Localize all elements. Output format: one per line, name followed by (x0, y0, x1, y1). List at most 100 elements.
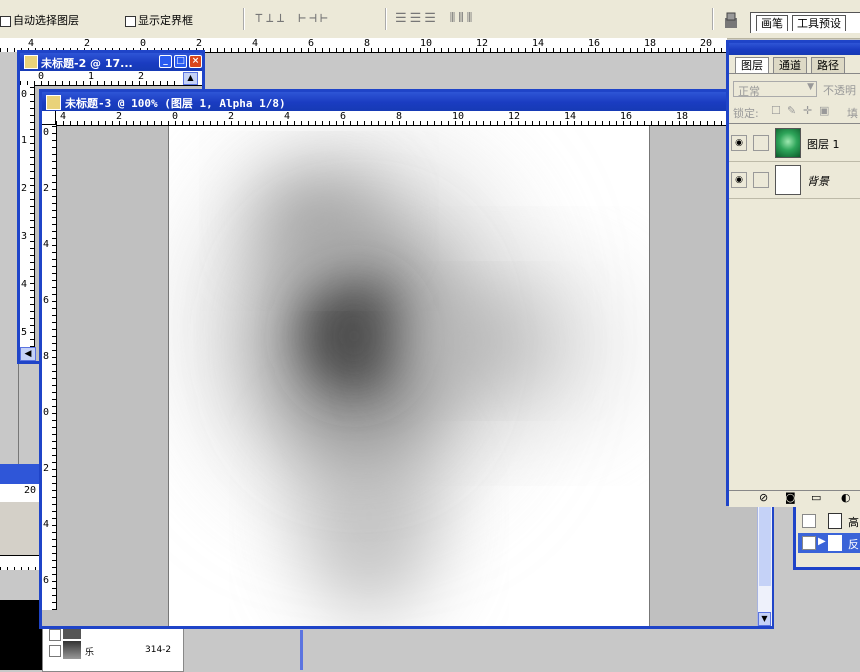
ruler-number: 12 (508, 111, 521, 122)
minimize-button[interactable]: _ (159, 55, 172, 68)
ruler-number: 10 (452, 111, 465, 122)
ruler-number: 0 (43, 127, 50, 138)
scroll-left-button[interactable]: ◀ (20, 347, 36, 361)
list-item-value: 314-2 (145, 645, 172, 655)
chevron-down-icon: ▼ (807, 82, 814, 92)
background-titlebar (0, 464, 40, 484)
add-mask-icon[interactable]: ◙ (785, 491, 796, 504)
show-bounds-checkbox[interactable]: 显示定界框 (125, 12, 193, 28)
ruler-number: 4 (252, 38, 259, 49)
background-panel (0, 502, 40, 555)
history-item-label: 高 (848, 516, 859, 529)
document-window-3[interactable]: 未标题-3 @ 100% (图层 1, Alpha 1/8) 4 2 0 2 4 6 8 10… (39, 89, 774, 629)
canvas[interactable] (168, 126, 650, 626)
link-slot[interactable] (753, 172, 769, 188)
history-icon (828, 513, 842, 529)
ruler-number: 0 (43, 407, 50, 418)
auto-select-checkbox[interactable]: 自动选择图层 (0, 12, 79, 28)
history-panel: 高 ▶ 反 (793, 500, 860, 570)
list-item-label: 乐 (85, 648, 95, 658)
ruler-number: 2 (228, 111, 235, 122)
ruler-number: 1 (21, 135, 28, 146)
ruler-number: 6 (43, 295, 50, 306)
lock-label: 锁定: (733, 107, 759, 120)
ruler-number: 2 (116, 111, 123, 122)
ruler-number: 2 (43, 463, 50, 474)
scroll-down-button[interactable]: ▼ (758, 612, 771, 626)
doc2-title: 未标题-2 @ 17... (41, 57, 133, 70)
new-set-icon[interactable]: ▭ (811, 491, 821, 504)
lock-all-icon[interactable]: ▣ (819, 104, 829, 117)
ruler-number: 20 (24, 485, 37, 496)
ruler-origin[interactable] (42, 111, 56, 125)
tab-paths[interactable]: 路径 (811, 57, 845, 73)
history-item-active[interactable]: ▶ 反 (798, 533, 860, 553)
ruler-number: 18 (676, 111, 689, 122)
thumbnail (63, 641, 81, 659)
layers-panel-titlebar[interactable] (729, 43, 860, 55)
divider (243, 8, 245, 30)
eye-icon[interactable]: ◉ (731, 172, 747, 188)
close-button[interactable]: × (189, 55, 202, 68)
ruler-number: 10 (420, 38, 433, 49)
doc2-titlebar[interactable]: 未标题-2 @ 17... _ □ × (20, 53, 202, 71)
ruler-number: 6 (308, 38, 315, 49)
layer-style-icon[interactable]: ⊘ (759, 491, 768, 504)
ruler-number: 2 (21, 183, 28, 194)
opacity-label: 不透明 (823, 84, 856, 97)
ruler-number: 16 (588, 38, 601, 49)
background-ruler-3 (0, 555, 40, 570)
history-icon (828, 535, 842, 551)
ruler-number: 18 (644, 38, 657, 49)
link-slot[interactable] (753, 135, 769, 151)
lock-move-icon[interactable]: ✛ (803, 104, 812, 117)
ruler-number: 12 (476, 38, 489, 49)
palette-well-icon[interactable] (722, 10, 740, 30)
lock-paint-icon[interactable]: ✎ (787, 104, 796, 117)
ruler-number: 8 (43, 351, 50, 362)
ruler-number: 4 (28, 38, 35, 49)
lock-transparent-icon[interactable]: ☐ (771, 104, 781, 117)
tab-channels[interactable]: 通道 (773, 57, 807, 73)
ruler-number: 14 (532, 38, 545, 49)
layer-row-background[interactable]: ◉ 背景 (729, 162, 860, 199)
tab-tool-presets[interactable]: 工具预设 (792, 15, 846, 31)
ruler-number: 14 (564, 111, 577, 122)
ruler-number: 4 (284, 111, 291, 122)
ruler-number: 0 (38, 71, 45, 82)
background-black-area (0, 600, 42, 670)
blend-mode-value: 正常 (738, 85, 760, 98)
eye-icon[interactable]: ◉ (731, 135, 747, 151)
ruler-number: 2 (196, 38, 203, 49)
ruler-number: 3 (21, 231, 28, 242)
fill-label: 填 (847, 107, 858, 120)
layers-list: ◉ 图层 1 ◉ 背景 (729, 123, 860, 494)
ruler-number: 1 (88, 71, 95, 82)
doc3-title: 未标题-3 @ 100% (图层 1, Alpha 1/8) (65, 97, 286, 110)
checkbox (49, 645, 61, 657)
ruler-number: 2 (84, 38, 91, 49)
ruler-number: 2 (43, 183, 50, 194)
ruler-number: 4 (60, 111, 67, 122)
history-item-label: 反 (848, 538, 859, 551)
ruler-number: 4 (21, 279, 28, 290)
tab-brushes[interactable]: 画笔 (756, 15, 788, 31)
checkbox (49, 629, 61, 641)
scroll-up-button[interactable]: ▲ (183, 72, 198, 85)
background-area (182, 630, 228, 670)
doc3-titlebar[interactable]: 未标题-3 @ 100% (图层 1, Alpha 1/8) (42, 92, 771, 111)
blend-mode-select[interactable]: 正常 ▼ (733, 81, 817, 98)
divider (712, 8, 714, 30)
adjustment-layer-icon[interactable]: ◐ (841, 491, 851, 504)
distribute-buttons[interactable]: ☰☰☰ ⫴⫴⫴ (395, 11, 475, 27)
background-ruler-2: 20 (0, 484, 40, 503)
maximize-button[interactable]: □ (174, 55, 187, 68)
tab-layers[interactable]: 图层 (735, 57, 769, 73)
layer-row-layer1[interactable]: ◉ 图层 1 (729, 125, 860, 162)
layer-name: 背景 (807, 175, 829, 188)
background-list: 乐 314-2 (42, 626, 184, 672)
ruler-number: 6 (43, 575, 50, 586)
ruler-number: 16 (620, 111, 633, 122)
align-buttons[interactable]: ⊤⊥⊥ ⊢⊣⊢ (255, 11, 331, 27)
history-item[interactable]: 高 (798, 511, 859, 531)
